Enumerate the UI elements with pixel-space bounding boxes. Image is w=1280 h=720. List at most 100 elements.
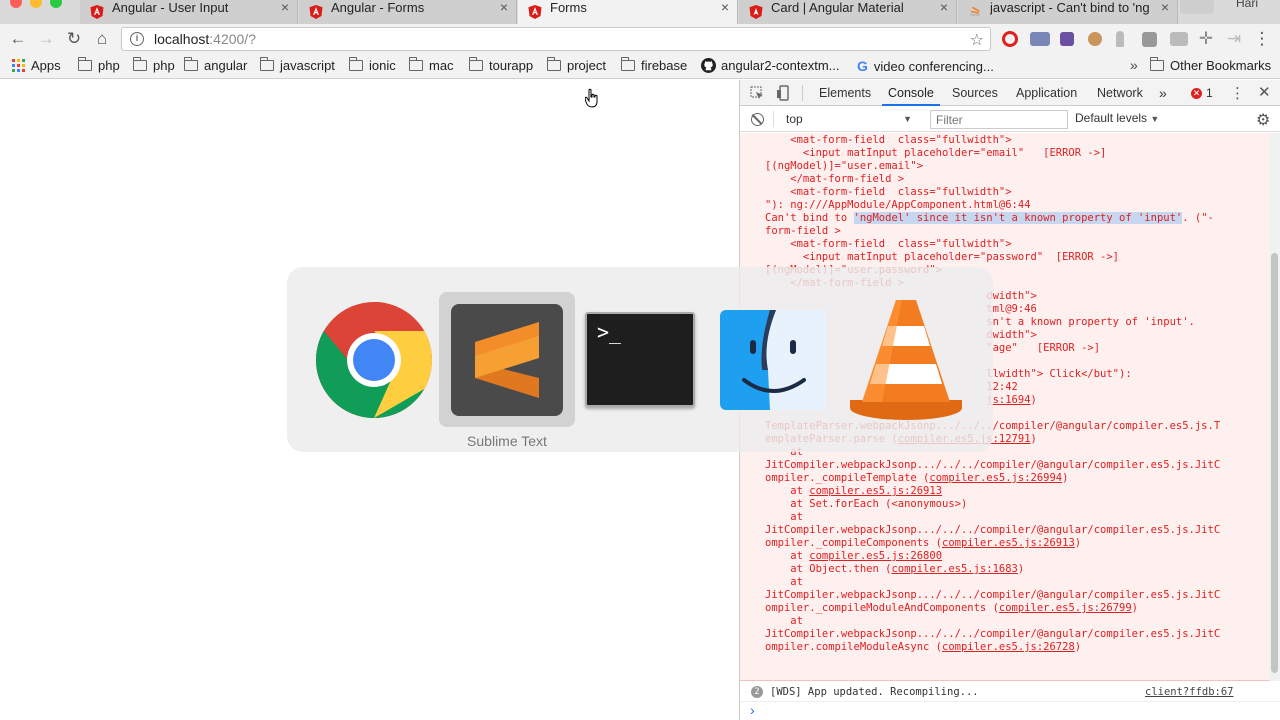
- app-switcher-overlay: >_ Sublime Text: [287, 267, 993, 452]
- home-icon[interactable]: ⌂: [92, 29, 112, 49]
- profile-name[interactable]: Hari: [1236, 0, 1258, 10]
- bookmark-label: Apps: [31, 58, 61, 73]
- tab-application[interactable]: Application: [1016, 80, 1077, 106]
- app-switcher-item-sublime-text[interactable]: [439, 292, 575, 427]
- bookmark-video-conferencing[interactable]: G video conferencing...: [857, 58, 994, 74]
- angular-icon: [528, 5, 542, 19]
- tab-console[interactable]: Console: [882, 80, 940, 106]
- bookmark-apps[interactable]: Apps: [12, 58, 61, 73]
- app-switcher-item-chrome[interactable]: [306, 292, 442, 427]
- sublime-text-icon: [451, 304, 563, 416]
- repeat-count-badge: 2: [751, 686, 763, 698]
- gray-extension-icon[interactable]: [1142, 32, 1157, 47]
- console-filter-bar: top ▼ Default levels ▼ ⚙: [740, 107, 1280, 132]
- apps-grid-icon: [12, 59, 25, 72]
- bookmark-angular2-contextmenu[interactable]: angular2-contextm...: [701, 58, 840, 73]
- cookie-extension-icon[interactable]: [1088, 32, 1102, 46]
- close-window-icon[interactable]: [10, 0, 22, 8]
- log-source-link[interactable]: client?ffdb:67: [1145, 686, 1234, 698]
- bookmark-label: project: [567, 58, 607, 73]
- dropdown-arrow-icon: ▼: [1150, 114, 1160, 124]
- device-toolbar-icon[interactable]: [776, 85, 790, 101]
- opera-extension-icon[interactable]: [1002, 31, 1018, 47]
- dropdown-arrow-icon: ▼: [903, 114, 912, 124]
- folder-icon: [133, 57, 147, 71]
- crosshair-extension-icon[interactable]: ✛: [1196, 29, 1216, 49]
- bookmark-folder-ionic[interactable]: ionic: [349, 57, 396, 73]
- tab-angular-user-input[interactable]: Angular - User Input ×: [80, 0, 298, 24]
- tab-sources[interactable]: Sources: [952, 80, 998, 106]
- site-info-icon[interactable]: i: [130, 32, 144, 46]
- address-path: :4200/?: [209, 31, 256, 47]
- tab-title: Card | Angular Material: [771, 0, 904, 15]
- bookmark-other-bookmarks[interactable]: Other Bookmarks: [1150, 57, 1271, 73]
- tab-network[interactable]: Network: [1097, 80, 1143, 106]
- folder-icon: [409, 57, 423, 71]
- bookmark-folder-mac[interactable]: mac: [409, 57, 454, 73]
- bookmark-folder-php[interactable]: php: [78, 57, 120, 73]
- bookmark-folder-javascript[interactable]: javascript: [260, 57, 335, 73]
- app-switcher-item-terminal[interactable]: >_: [572, 292, 708, 427]
- toolbar-divider: [802, 85, 803, 101]
- close-devtools-icon[interactable]: ✕: [1258, 83, 1271, 101]
- tab-elements[interactable]: Elements: [819, 80, 871, 106]
- bookmark-folder-angular[interactable]: angular: [184, 57, 247, 73]
- console-prompt[interactable]: ›: [740, 702, 1280, 720]
- php-extension-icon[interactable]: [1030, 32, 1050, 46]
- bookmark-folder-tourapp[interactable]: tourapp: [469, 57, 533, 73]
- console-log-entry: 2 [WDS] App updated. Recompiling... clie…: [740, 682, 1280, 702]
- log-levels-value: Default levels: [1075, 111, 1148, 125]
- close-tab-icon[interactable]: ×: [721, 0, 729, 15]
- folder-icon: [1150, 57, 1164, 71]
- print-extension-icon[interactable]: [1170, 32, 1188, 46]
- folder-icon: [469, 57, 483, 71]
- inspect-element-icon[interactable]: [750, 86, 764, 100]
- log-levels-dropdown[interactable]: Default levels ▼: [1075, 111, 1159, 125]
- selected-app-label: Sublime Text: [467, 433, 547, 449]
- app-switcher-item-finder[interactable]: [705, 292, 841, 427]
- tab-title: Angular - Forms: [331, 0, 425, 15]
- tab-forms[interactable]: Forms ×: [518, 0, 738, 24]
- tab-card-angular-material[interactable]: Card | Angular Material ×: [739, 0, 957, 24]
- reload-icon[interactable]: ↻: [64, 29, 84, 49]
- pin-extension-icon[interactable]: [1116, 31, 1124, 47]
- error-indicator[interactable]: ✕ 1: [1191, 86, 1213, 100]
- tab-title: javascript - Can't bind to 'ng: [990, 0, 1150, 15]
- bookmarks-overflow-chevron[interactable]: »: [1130, 57, 1138, 73]
- close-tab-icon[interactable]: ×: [940, 0, 948, 15]
- app-switcher-item-vlc[interactable]: [838, 292, 974, 427]
- new-tab-button[interactable]: [1180, 0, 1214, 14]
- close-tab-icon[interactable]: ×: [500, 0, 508, 15]
- console-filter-input[interactable]: [930, 110, 1068, 129]
- error-icon: ✕: [1191, 87, 1202, 99]
- clear-console-icon[interactable]: [751, 113, 764, 126]
- scrollbar-thumb[interactable]: [1271, 253, 1278, 673]
- back-arrow-icon[interactable]: ←: [8, 29, 28, 49]
- puzzle-extension-icon[interactable]: [1060, 32, 1074, 46]
- context-value: top: [786, 112, 803, 126]
- more-tabs-chevron[interactable]: »: [1159, 80, 1167, 106]
- devtools-menu-icon[interactable]: ⋮: [1230, 84, 1245, 102]
- devtools-tab-bar: Elements Console Sources Application Net…: [740, 80, 1280, 106]
- close-tab-icon[interactable]: ×: [281, 0, 289, 15]
- bookmark-label: mac: [429, 58, 454, 73]
- bookmark-star-icon[interactable]: ☆: [970, 30, 984, 50]
- tab-title: Angular - User Input: [112, 0, 229, 15]
- bookmark-label: angular2-contextm...: [721, 58, 840, 73]
- minimize-window-icon[interactable]: [30, 0, 42, 8]
- chrome-menu-icon[interactable]: ⋮: [1252, 29, 1272, 49]
- share-extension-icon[interactable]: ⇥: [1224, 29, 1244, 49]
- bookmark-folder-project[interactable]: project: [547, 57, 607, 73]
- tab-angular-forms[interactable]: Angular - Forms ×: [299, 0, 517, 24]
- console-scrollbar[interactable]: [1269, 133, 1280, 681]
- bookmark-folder-php-2[interactable]: php: [133, 57, 175, 73]
- address-bar[interactable]: i localhost:4200/? ☆: [121, 27, 991, 51]
- close-tab-icon[interactable]: ×: [1161, 0, 1169, 15]
- bookmark-folder-firebase[interactable]: firebase: [621, 57, 687, 73]
- context-selector[interactable]: top ▼: [780, 109, 918, 129]
- console-settings-icon[interactable]: ⚙: [1256, 110, 1270, 130]
- forward-arrow-icon[interactable]: →: [36, 29, 56, 49]
- tab-stackoverflow-javascript[interactable]: javascript - Can't bind to 'ng ×: [958, 0, 1178, 24]
- angular-material-icon: [749, 5, 763, 19]
- maximize-window-icon[interactable]: [50, 0, 62, 8]
